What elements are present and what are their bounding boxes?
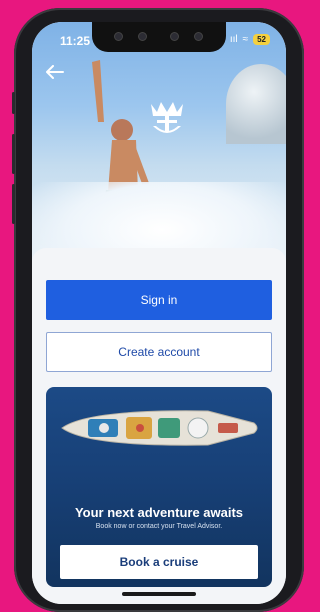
sign-in-button[interactable]: Sign in (46, 280, 272, 320)
hero-image (32, 22, 286, 262)
promo-card: Your next adventure awaits Book now or c… (46, 387, 272, 587)
wifi-icon: ≈ (242, 34, 249, 45)
back-arrow-icon[interactable] (46, 62, 64, 85)
camera-dot (138, 32, 147, 41)
promo-subtitle: Book now or contact your Travel Advisor. (95, 523, 223, 530)
camera-notch (92, 22, 226, 52)
home-indicator[interactable] (122, 592, 196, 596)
create-account-button[interactable]: Create account (46, 332, 272, 372)
royal-caribbean-logo-icon (151, 102, 183, 133)
promo-title: Your next adventure awaits (74, 505, 244, 520)
camera-dot (170, 32, 179, 41)
app-screen: 11:25 ııl ≈ 52 Sign in Create account Yo… (32, 22, 286, 604)
volume-up-button (12, 134, 15, 174)
status-time: 11:25 (60, 34, 91, 48)
book-cruise-button[interactable]: Book a cruise (60, 545, 258, 579)
cruise-ship-illustration (61, 410, 258, 446)
mute-switch (12, 92, 15, 114)
camera-dot (194, 32, 203, 41)
volume-down-button (12, 184, 15, 224)
camera-dot (114, 32, 123, 41)
ship-dome (226, 64, 286, 144)
signal-icon: ııl (229, 34, 238, 45)
status-indicators: ııl ≈ 52 (230, 34, 270, 45)
battery-indicator: 52 (253, 34, 270, 45)
